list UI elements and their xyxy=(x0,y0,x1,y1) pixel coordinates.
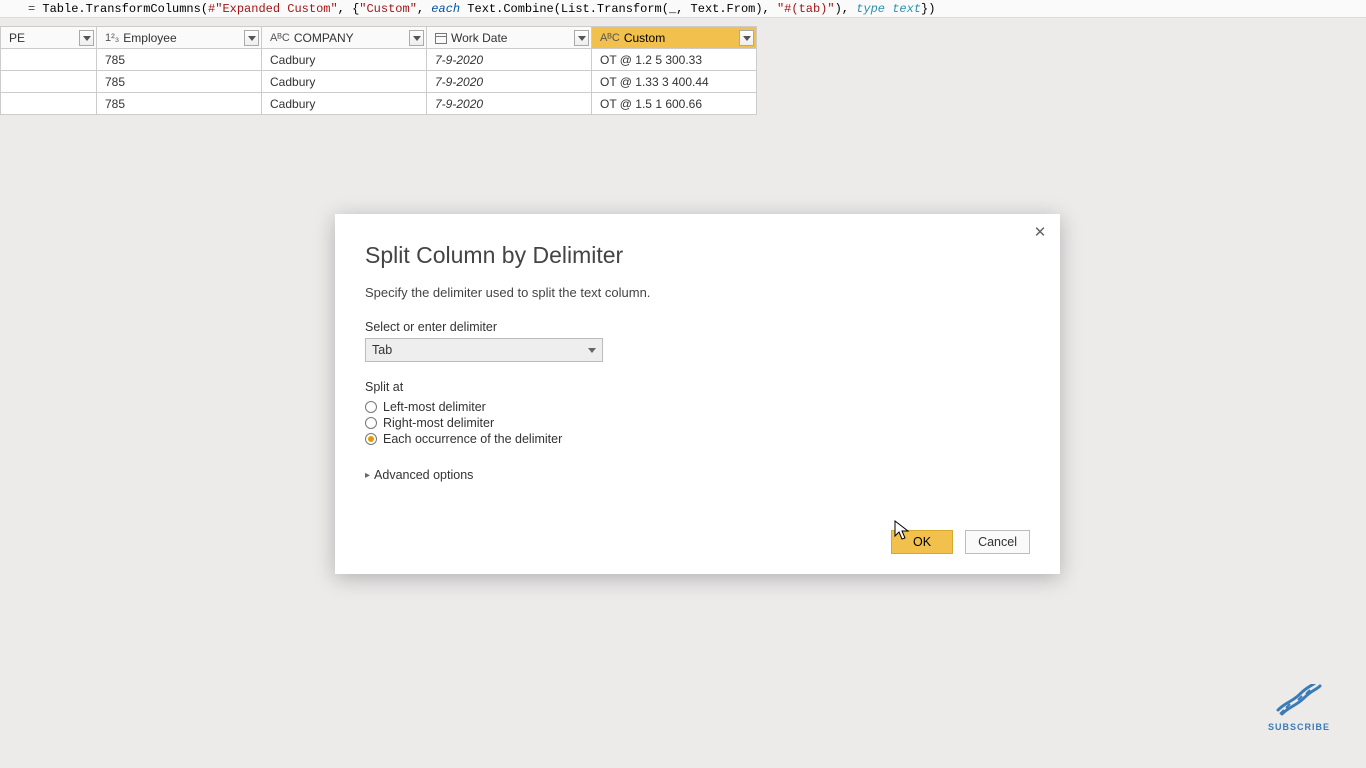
formula-kw-each: each xyxy=(431,2,460,16)
table-row[interactable]: 785 Cadbury 7-9-2020 OT @ 1.33 3 400.44 xyxy=(1,71,757,93)
col-comp-label: COMPANY xyxy=(294,31,354,45)
column-filter-custom[interactable] xyxy=(739,30,754,46)
delimiter-value: Tab xyxy=(372,343,392,357)
cell-pe[interactable] xyxy=(1,71,97,93)
cell-company[interactable]: Cadbury xyxy=(262,93,427,115)
radio-icon-selected xyxy=(365,433,377,445)
dialog-title: Split Column by Delimiter xyxy=(365,242,1030,269)
formula-eq: = xyxy=(28,2,42,16)
cell-custom[interactable]: OT @ 1.5 1 600.66 xyxy=(592,93,757,115)
ok-button[interactable]: OK xyxy=(891,530,953,554)
column-header-employee[interactable]: 1²₃ Employee xyxy=(97,27,262,49)
col-date-label: Work Date xyxy=(451,31,507,45)
radio-each-label: Each occurrence of the delimiter xyxy=(383,432,562,446)
dna-icon xyxy=(1276,684,1322,718)
cell-pe[interactable] xyxy=(1,93,97,115)
cell-company[interactable]: Cadbury xyxy=(262,71,427,93)
radio-icon xyxy=(365,401,377,413)
chevron-down-icon xyxy=(588,348,596,353)
formula-p8: ), xyxy=(835,2,857,16)
advanced-options-label: Advanced options xyxy=(374,468,473,482)
cell-workdate[interactable]: 7-9-2020 xyxy=(427,49,592,71)
formula-p6: Text.Combine(List.Transform(_, Text.From… xyxy=(460,2,777,16)
table-row[interactable]: 785 Cadbury 7-9-2020 OT @ 1.2 5 300.33 xyxy=(1,49,757,71)
radio-right-most[interactable]: Right-most delimiter xyxy=(365,416,1030,430)
subscribe-label: SUBSCRIBE xyxy=(1268,722,1330,732)
subscribe-watermark: SUBSCRIBE xyxy=(1268,684,1330,732)
cell-pe[interactable] xyxy=(1,49,97,71)
text-type-icon: AᴮC xyxy=(600,32,620,44)
formula-bar[interactable]: = Table.TransformColumns( #"Expanded Cus… xyxy=(0,0,1366,18)
close-icon: ✕ xyxy=(1034,223,1047,241)
date-type-icon xyxy=(435,32,447,44)
column-header-workdate[interactable]: Work Date xyxy=(427,27,592,49)
column-header-pe[interactable]: PE xyxy=(1,27,97,49)
formula-p5: , xyxy=(417,2,431,16)
formula-str2: "Custom" xyxy=(359,2,417,16)
number-type-icon: 1²₃ xyxy=(105,32,119,44)
radio-left-most[interactable]: Left-most delimiter xyxy=(365,400,1030,414)
formula-str1: #"Expanded Custom" xyxy=(208,2,338,16)
dialog-subtitle: Specify the delimiter used to split the … xyxy=(365,285,1030,300)
radio-each-occurrence[interactable]: Each occurrence of the delimiter xyxy=(365,432,1030,446)
data-table: PE 1²₃ Employee AᴮC COMPANY xyxy=(0,26,757,115)
formula-p10: }) xyxy=(921,2,935,16)
formula-p9 xyxy=(885,2,892,16)
delimiter-label: Select or enter delimiter xyxy=(365,320,1030,334)
col-pe-label: PE xyxy=(9,31,25,45)
ok-button-label: OK xyxy=(913,535,931,549)
text-type-icon: AᴮC xyxy=(270,32,290,44)
radio-left-label: Left-most delimiter xyxy=(383,400,486,414)
split-at-label: Split at xyxy=(365,380,1030,394)
cell-custom[interactable]: OT @ 1.33 3 400.44 xyxy=(592,71,757,93)
cancel-button-label: Cancel xyxy=(978,535,1017,549)
column-filter-pe[interactable] xyxy=(79,30,94,46)
column-filter-company[interactable] xyxy=(409,30,424,46)
formula-p3: , { xyxy=(338,2,360,16)
column-header-custom[interactable]: AᴮC Custom xyxy=(592,27,757,49)
data-table-wrap: PE 1²₃ Employee AᴮC COMPANY xyxy=(0,26,757,115)
radio-icon xyxy=(365,417,377,429)
formula-kw-text: text xyxy=(892,2,921,16)
cell-employee[interactable]: 785 xyxy=(97,93,262,115)
delimiter-select[interactable]: Tab xyxy=(365,338,603,362)
column-filter-employee[interactable] xyxy=(244,30,259,46)
formula-kw-type: type xyxy=(856,2,885,16)
cell-employee[interactable]: 785 xyxy=(97,49,262,71)
cell-employee[interactable]: 785 xyxy=(97,71,262,93)
table-row[interactable]: 785 Cadbury 7-9-2020 OT @ 1.5 1 600.66 xyxy=(1,93,757,115)
cell-workdate[interactable]: 7-9-2020 xyxy=(427,93,592,115)
column-header-company[interactable]: AᴮC COMPANY xyxy=(262,27,427,49)
cell-company[interactable]: Cadbury xyxy=(262,49,427,71)
cell-custom[interactable]: OT @ 1.2 5 300.33 xyxy=(592,49,757,71)
col-emp-label: Employee xyxy=(123,31,176,45)
cancel-button[interactable]: Cancel xyxy=(965,530,1030,554)
formula-str3: "#(tab)" xyxy=(777,2,835,16)
dialog-close-button[interactable]: ✕ xyxy=(1030,222,1050,242)
advanced-options-toggle[interactable]: Advanced options xyxy=(365,468,1030,482)
cell-workdate[interactable]: 7-9-2020 xyxy=(427,71,592,93)
split-column-dialog: ✕ Split Column by Delimiter Specify the … xyxy=(335,214,1060,574)
column-filter-workdate[interactable] xyxy=(574,30,589,46)
radio-right-label: Right-most delimiter xyxy=(383,416,494,430)
formula-fn1: Table.TransformColumns( xyxy=(42,2,208,16)
col-cust-label: Custom xyxy=(624,31,665,45)
